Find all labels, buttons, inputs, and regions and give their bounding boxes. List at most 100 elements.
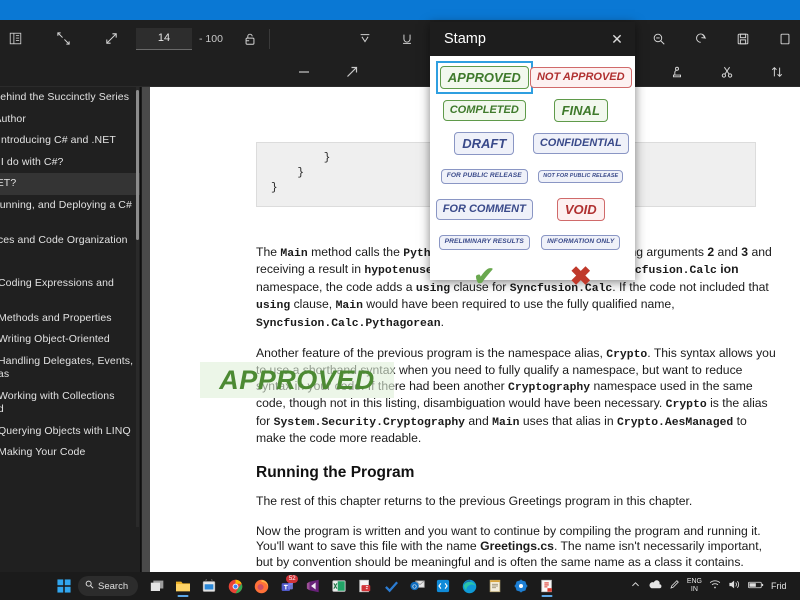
page-number-input[interactable]: 14 [136,27,192,50]
settings-icon[interactable] [509,574,533,598]
pdf-annotate-icon[interactable] [535,574,559,598]
windows-start-icon[interactable] [52,574,76,598]
onedrive-icon[interactable] [648,579,662,593]
microsoft-store-icon[interactable] [197,574,221,598]
stamp-option-draft[interactable]: DRAFT [437,128,532,159]
task-view-icon[interactable] [145,574,169,598]
placed-approved-stamp[interactable]: APPROVED [200,362,394,398]
notepad-icon[interactable] [483,574,507,598]
lock-icon[interactable] [235,25,265,53]
sidebar-scrollbar-thumb[interactable] [136,90,139,240]
sidebar-panel-icon[interactable] [0,25,30,53]
todo-check-icon[interactable] [379,574,403,598]
teams-badge-count: 52 [286,575,299,583]
stamp-label: CONFIDENTIAL [532,133,629,154]
highlight-text-icon[interactable] [350,25,380,53]
stamp-option-for-public-release[interactable]: FOR PUBLIC RELEASE [437,161,532,192]
pen-icon[interactable] [669,579,680,593]
stamp-option-confidential[interactable]: CONFIDENTIAL [532,128,629,159]
swap-vertical-icon[interactable] [762,58,792,86]
sidebar-item-10[interactable]: 4 Writing Object-Oriented [0,329,140,351]
sidebar-item-5[interactable]: , Running, and Deploying a C# n [0,195,140,230]
stamp-option-check-mark[interactable]: ✔ [437,260,532,291]
paragraph-3: The rest of this chapter returns to the … [256,494,693,509]
rotate-icon[interactable] [686,25,716,53]
svg-text:O: O [412,585,417,591]
windows-taskbar: Search 52 O ENG IN Frid [0,572,800,600]
visual-studio-icon[interactable] [301,574,325,598]
sidebar-item-1[interactable]: e Author [0,109,140,131]
sidebar-item-14[interactable]: 8 Making Your Code [0,442,140,464]
sidebar-item-3[interactable]: an I do with C#? [0,152,140,174]
microsoft-edge-icon[interactable] [457,574,481,598]
screen: 14 - 100 y behind the Succinctly Series … [0,0,800,600]
sidebar-item-7[interactable]: ry [0,251,140,273]
stamp-label: FOR PUBLIC RELEASE [440,169,528,184]
stamp-label: NOT APPROVED [529,67,632,88]
more-tools-icon[interactable] [770,25,800,53]
search-label: Search [98,580,129,592]
search-icon [85,580,94,592]
underline-text-icon[interactable] [392,25,422,53]
annotation-toolbar-row-1: 14 - 100 [0,20,800,57]
excel-icon[interactable] [327,574,351,598]
sidebar-item-6[interactable]: paces and Code Organization [0,230,140,252]
search-input[interactable]: Search [78,576,139,596]
sidebar-item-8[interactable]: 2 Coding Expressions and nts [0,273,140,308]
stamp-dialog[interactable]: Stamp ✕ APPROVED NOT APPROVED COMPLETED … [430,22,635,289]
stamp-icon[interactable] [662,58,692,86]
fit-width-icon[interactable] [96,25,126,53]
section-heading: Running the Program [256,464,415,482]
close-icon[interactable]: ✕ [605,27,629,51]
vs-code-icon[interactable] [431,574,455,598]
google-chrome-icon[interactable] [223,574,247,598]
stamp-option-preliminary-results[interactable]: PRELIMINARY RESULTS [437,227,532,258]
table-of-contents-sidebar[interactable]: y behind the Succinctly Series e Author … [0,87,141,572]
stamp-grid: APPROVED NOT APPROVED COMPLETED FINAL DR… [430,56,635,291]
stamp-option-approved[interactable]: APPROVED [435,61,533,94]
arrow-shape-icon[interactable] [337,58,367,86]
pdf-reader-icon[interactable] [353,574,377,598]
outlook-icon[interactable]: O [405,574,429,598]
active-indicator [177,595,189,597]
sidebar-item-12[interactable]: 6 Working with Collections and [0,386,140,421]
line-shape-icon[interactable] [289,58,319,86]
cross-icon: ✖ [569,260,592,291]
active-indicator [541,595,553,597]
stamp-option-cross-mark[interactable]: ✖ [533,260,628,291]
stamp-option-not-approved[interactable]: NOT APPROVED [529,62,632,93]
stamp-label: FINAL [553,99,608,122]
volume-icon[interactable] [728,579,741,593]
paragraph-4: Now the program is written and you want … [256,523,762,572]
stamp-option-for-comment[interactable]: FOR COMMENT [435,194,533,225]
page-total-label: - 100 [199,32,223,45]
stamp-label: NOT FOR PUBLIC RELEASE [538,169,624,184]
language-indicator[interactable]: ENG IN [687,578,702,594]
firefox-icon[interactable] [249,574,273,598]
file-explorer-icon[interactable] [171,574,195,598]
sidebar-item-13[interactable]: 7 Querying Objects with LINQ [0,421,140,443]
fit-page-icon[interactable] [48,25,78,53]
sidebar-item-9[interactable]: 3 Methods and Properties [0,308,140,330]
scissors-icon[interactable] [712,58,742,86]
sidebar-item-2[interactable]: 1 Introducing C# and .NET [0,130,140,152]
language-line-1: ENG [686,578,702,585]
wifi-icon[interactable] [709,579,721,593]
stamp-option-information-only[interactable]: INFORMATION ONLY [533,227,628,258]
stamp-option-void[interactable]: VOID [533,194,628,225]
sidebar-item-11[interactable]: 5 Handling Delegates, Events, bdas [0,351,140,386]
annotation-toolbar-row-2 [0,57,800,87]
stamp-dialog-title: Stamp [444,31,486,47]
stamp-option-final[interactable]: FINAL [533,95,628,126]
sidebar-item-4[interactable]: .NET? [0,173,140,195]
microsoft-teams-icon[interactable]: 52 [275,574,299,598]
zoom-out-icon[interactable] [644,25,674,53]
stamp-label: FOR COMMENT [435,199,533,220]
stamp-option-completed[interactable]: COMPLETED [437,95,532,126]
chevron-up-icon[interactable] [630,579,641,593]
save-icon[interactable] [728,25,758,53]
clock[interactable]: Frid [771,581,797,591]
battery-icon[interactable] [748,580,764,593]
sidebar-item-0[interactable]: y behind the Succinctly Series [0,87,140,109]
stamp-option-not-for-public-release[interactable]: NOT FOR PUBLIC RELEASE [533,161,628,192]
